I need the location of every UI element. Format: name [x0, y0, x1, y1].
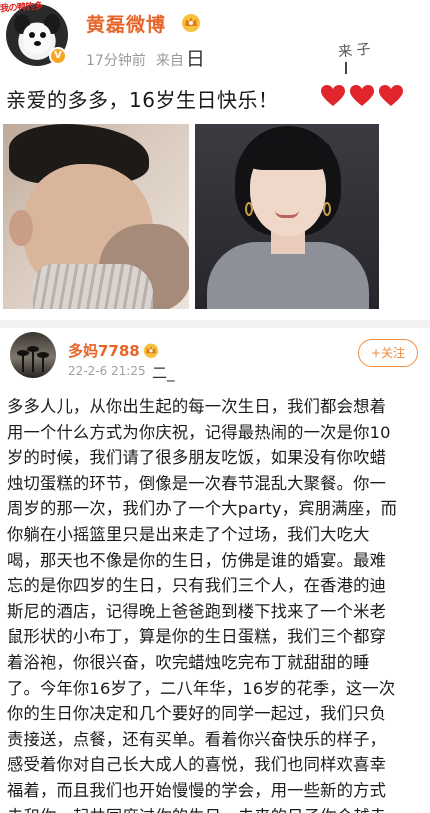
- post-body-line: 喝，那天也不像是你的生日，仿佛是谁的婚宴。最难: [7, 550, 387, 570]
- avatar-duoma[interactable]: [10, 332, 56, 378]
- earring-icon: [323, 202, 331, 216]
- post-body-line: 多多人儿，从你出生起的每一次生日，我们都会想着: [7, 397, 387, 416]
- palm-frond: [27, 346, 39, 352]
- photo-bangs: [247, 136, 331, 170]
- verified-badge-icon: V: [49, 47, 67, 65]
- photo-ear: [9, 210, 33, 246]
- dog-eye-left: [29, 32, 35, 38]
- post-body-line: 去和你一起共同度过你的生日，未来的日子你会越走: [7, 804, 425, 813]
- photo-blanket: [33, 264, 153, 309]
- post-body-line: 你的生日你决定和几个要好的同学一起过，我们只负: [7, 704, 387, 724]
- post-source-char: 日: [185, 48, 205, 70]
- dog-nose: [34, 41, 41, 46]
- heart-icon: [350, 85, 374, 106]
- post-body-line: 忘的是你四岁的生日，只有我们三个人，在香港的迪: [7, 576, 387, 596]
- post-photo-father-baby[interactable]: [3, 124, 189, 309]
- weibo-post-huanglei: 我の鸭钓多 V 黄磊微博 17分钟前 来自日 来 子 亲爱的多多，16岁生日快乐！: [0, 0, 430, 320]
- post-body-line: 你躺在小摇篮里只是出来走了个过场，我们大吃大: [7, 524, 370, 544]
- post-body-line: 鼠形状的小布丁，算是你的生日蛋糕，我们三个都穿: [7, 627, 387, 647]
- post-body-line: 福着，而且我们也开始慢慢的学会，用一些新的方式: [7, 780, 387, 800]
- palm-frond: [17, 350, 29, 356]
- member-crown-icon: [182, 14, 200, 32]
- earring-icon: [245, 202, 253, 216]
- post-body-line: 责接送，点餐，还有买单。看着你兴奋快乐的样子，: [7, 729, 387, 749]
- heart-icon: [379, 85, 403, 106]
- post-photo-girl[interactable]: [195, 124, 379, 309]
- handwritten-annotation: 来 子: [337, 41, 372, 61]
- post-time: 22-2-6 21:25: [68, 364, 146, 378]
- dog-eye-right: [40, 32, 46, 38]
- post-body-line: 烛切蛋糕的环节，倒像是一次春节混乱大聚餐。你一: [7, 473, 387, 493]
- post-text: 亲爱的多多，16岁生日快乐！: [6, 88, 279, 112]
- heart-emoji-group: [320, 84, 404, 108]
- post-source-prefix: 来自: [155, 53, 184, 69]
- dog-face: [23, 24, 51, 54]
- post-divider: [0, 320, 430, 328]
- author-name[interactable]: 多妈7788: [68, 340, 140, 361]
- post-body: 多多人儿，从你出生起的每一次生日，我们都会想着 用一个什么方式为你庆祝，记得最热…: [7, 394, 425, 813]
- post-time: 17分钟前: [86, 53, 146, 69]
- handwritten-mark: [345, 62, 347, 74]
- member-crown-icon: [143, 343, 159, 358]
- author-name[interactable]: 黄磊微博: [86, 10, 166, 37]
- follow-button[interactable]: +关注: [358, 339, 418, 367]
- post-body-line: 斯尼的酒店，记得晚上爸爸跑到楼下找来了一个米老: [7, 601, 387, 621]
- post-body-line: 感受着你对自己长大成人的喜悦，我们也同样欢喜幸: [7, 755, 387, 775]
- post-body-line: 着浴袍，你很兴奋，吹完蜡烛吃完布丁就甜甜的睡: [7, 652, 370, 672]
- post-meta: 17分钟前 来自日: [86, 44, 205, 71]
- post-body-line: 周岁的那一次，我们办了一个大party，宾朋满座，而: [7, 499, 398, 519]
- heart-icon: [321, 85, 345, 106]
- post-body-line: 岁的时候，我们请了很多朋友吃饭，如果没有你吹蜡: [7, 448, 387, 468]
- post-body-line: 了。今年你16岁了，二八年华，16岁的花季，这一次: [7, 678, 396, 698]
- handwritten-mark: 二_: [152, 364, 175, 382]
- palm-frond: [37, 352, 49, 358]
- post-body-line: 用一个什么方式为你庆祝，记得最热闹的一次是你10: [7, 422, 391, 442]
